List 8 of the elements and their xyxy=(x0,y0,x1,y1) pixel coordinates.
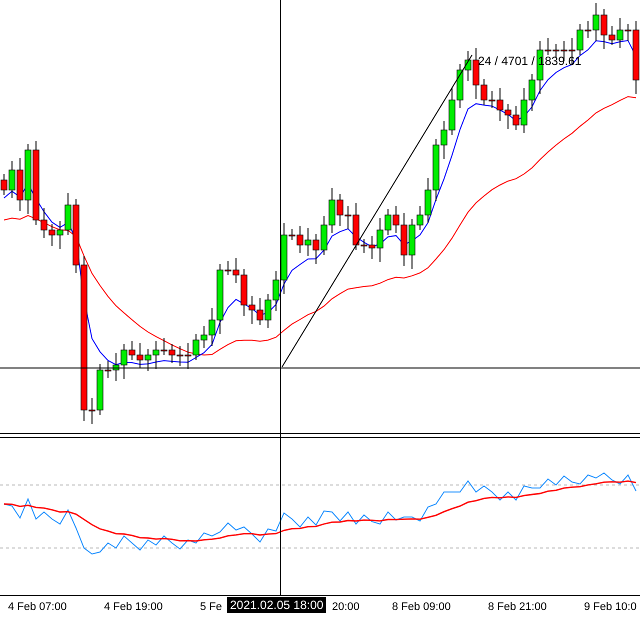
crosshair-time-label: 2021.02.05 18:00 xyxy=(227,597,326,613)
time-axis-label: 20:00 xyxy=(332,600,360,612)
time-axis-label: 8 Feb 21:00 xyxy=(488,600,547,612)
time-axis-label: 9 Feb 10:0 xyxy=(584,600,637,612)
time-axis-label: 8 Feb 09:00 xyxy=(392,600,451,612)
time-axis-label: 4 Feb 19:00 xyxy=(104,600,163,612)
time-axis-label: 5 Fe xyxy=(200,600,222,612)
time-axis-label: 4 Feb 07:00 xyxy=(8,600,67,612)
